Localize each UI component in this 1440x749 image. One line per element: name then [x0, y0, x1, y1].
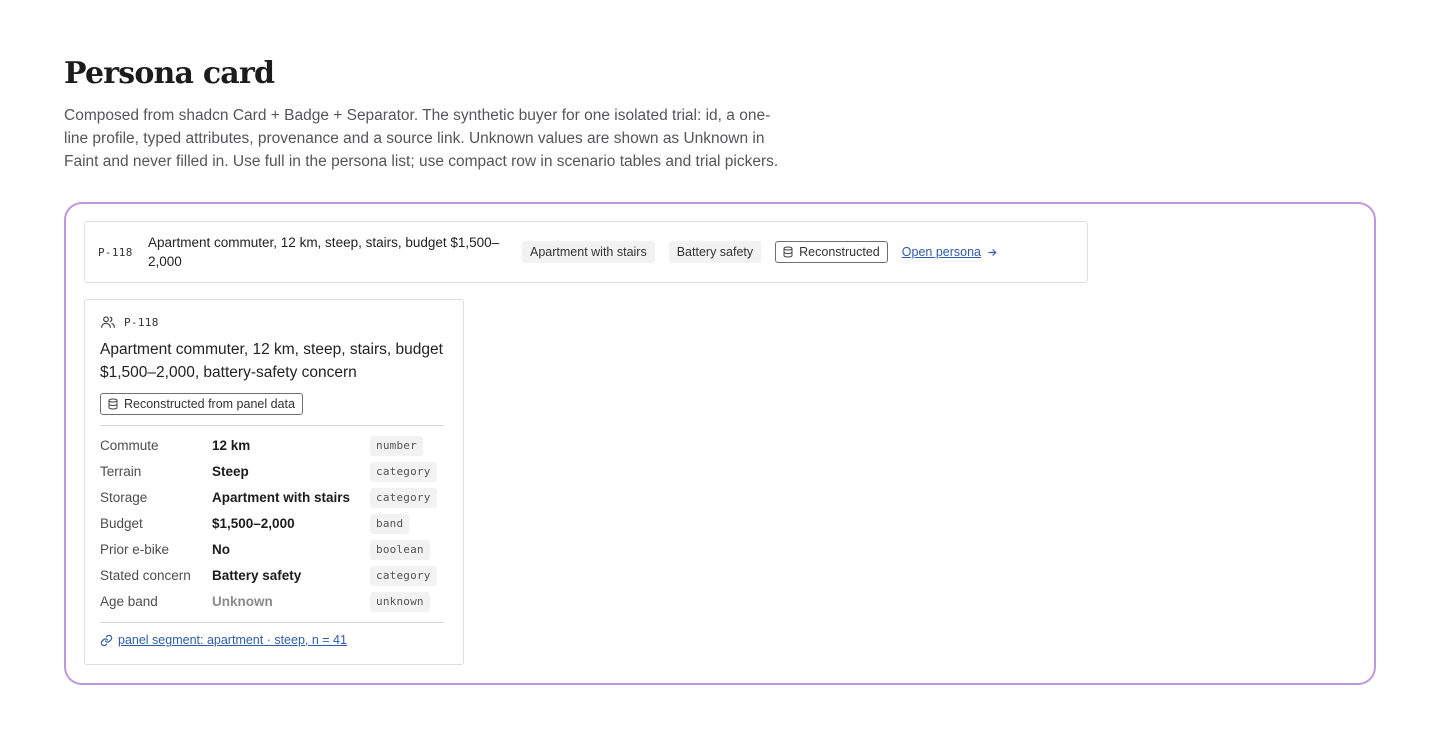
- open-persona-label: Open persona: [901, 245, 981, 259]
- attribute-value: 12 km: [212, 438, 251, 453]
- attribute-type: band: [370, 514, 410, 534]
- attribute-label: Age band: [100, 594, 158, 609]
- persona-id: P-118: [124, 315, 159, 329]
- attribute-value: Battery safety: [212, 568, 302, 583]
- provenance-label: Reconstructed from panel data: [124, 397, 295, 411]
- attribute-value: No: [212, 542, 230, 557]
- provenance-badge: Reconstructed: [775, 241, 888, 263]
- attribute-value: Steep: [212, 464, 249, 479]
- attribute-type: category: [370, 462, 437, 482]
- attribute-label: Storage: [100, 490, 148, 505]
- attribute-label: Commute: [100, 438, 159, 453]
- attribute-row: Budget $1,500–2,000 band: [100, 512, 445, 538]
- persona-profile: Apartment commuter, 12 km, steep, stairs…: [148, 235, 500, 269]
- attribute-label: Prior e-bike: [100, 542, 170, 557]
- persona-full-card: P-118 Apartment commuter, 12 km, steep, …: [84, 299, 464, 665]
- separator: [100, 622, 444, 623]
- attribute-value: $1,500–2,000: [212, 516, 295, 531]
- attribute-label: Terrain: [100, 464, 142, 479]
- attribute-value-unknown: Unknown: [212, 594, 273, 609]
- attribute-type: unknown: [370, 592, 430, 612]
- attribute-row: Stated concern Battery safety category: [100, 564, 445, 590]
- attribute-type: category: [370, 488, 437, 508]
- attribute-label: Stated concern: [100, 568, 191, 583]
- database-icon: [783, 246, 793, 258]
- persona-id: P-118: [98, 245, 133, 259]
- attribute-label: Budget: [100, 516, 143, 531]
- attribute-row: Terrain Steep category: [100, 460, 445, 486]
- separator: [100, 425, 444, 426]
- attribute-chip: Apartment with stairs: [522, 241, 655, 263]
- attribute-row: Commute 12 km number: [100, 434, 445, 460]
- attribute-row: Prior e-bike No boolean: [100, 538, 445, 564]
- attribute-row: Storage Apartment with stairs category: [100, 486, 445, 512]
- attribute-type: category: [370, 566, 437, 586]
- attribute-type: boolean: [370, 540, 430, 560]
- attribute-chip: Battery safety: [668, 241, 762, 263]
- persona-compact-row[interactable]: P-118 Apartment commuter, 12 km, steep, …: [84, 221, 1088, 283]
- persona-profile: Apartment commuter, 12 km, steep, stairs…: [100, 341, 443, 381]
- attribute-row: Age band Unknown unknown: [100, 590, 445, 616]
- provenance-badge: Reconstructed from panel data: [100, 393, 303, 415]
- source-link-label: panel segment: apartment · steep, n = 41: [118, 633, 347, 647]
- provenance-label: Reconstructed: [799, 245, 880, 259]
- page-title: Persona card: [64, 56, 275, 91]
- open-persona-link[interactable]: Open persona: [902, 245, 998, 259]
- card-header: P-118: [100, 314, 159, 330]
- attribute-type: number: [370, 436, 423, 456]
- attribute-list: Commute 12 km number Terrain Steep categ…: [100, 434, 445, 616]
- page-description: Composed from shadcn Card + Badge + Sepa…: [64, 107, 779, 170]
- link-icon: [100, 634, 113, 646]
- source-link[interactable]: panel segment: apartment · steep, n = 41: [100, 633, 347, 647]
- arrow-right-icon: [988, 248, 997, 256]
- users-icon: [101, 316, 115, 328]
- attribute-value: Apartment with stairs: [212, 490, 351, 505]
- database-icon: [108, 398, 118, 410]
